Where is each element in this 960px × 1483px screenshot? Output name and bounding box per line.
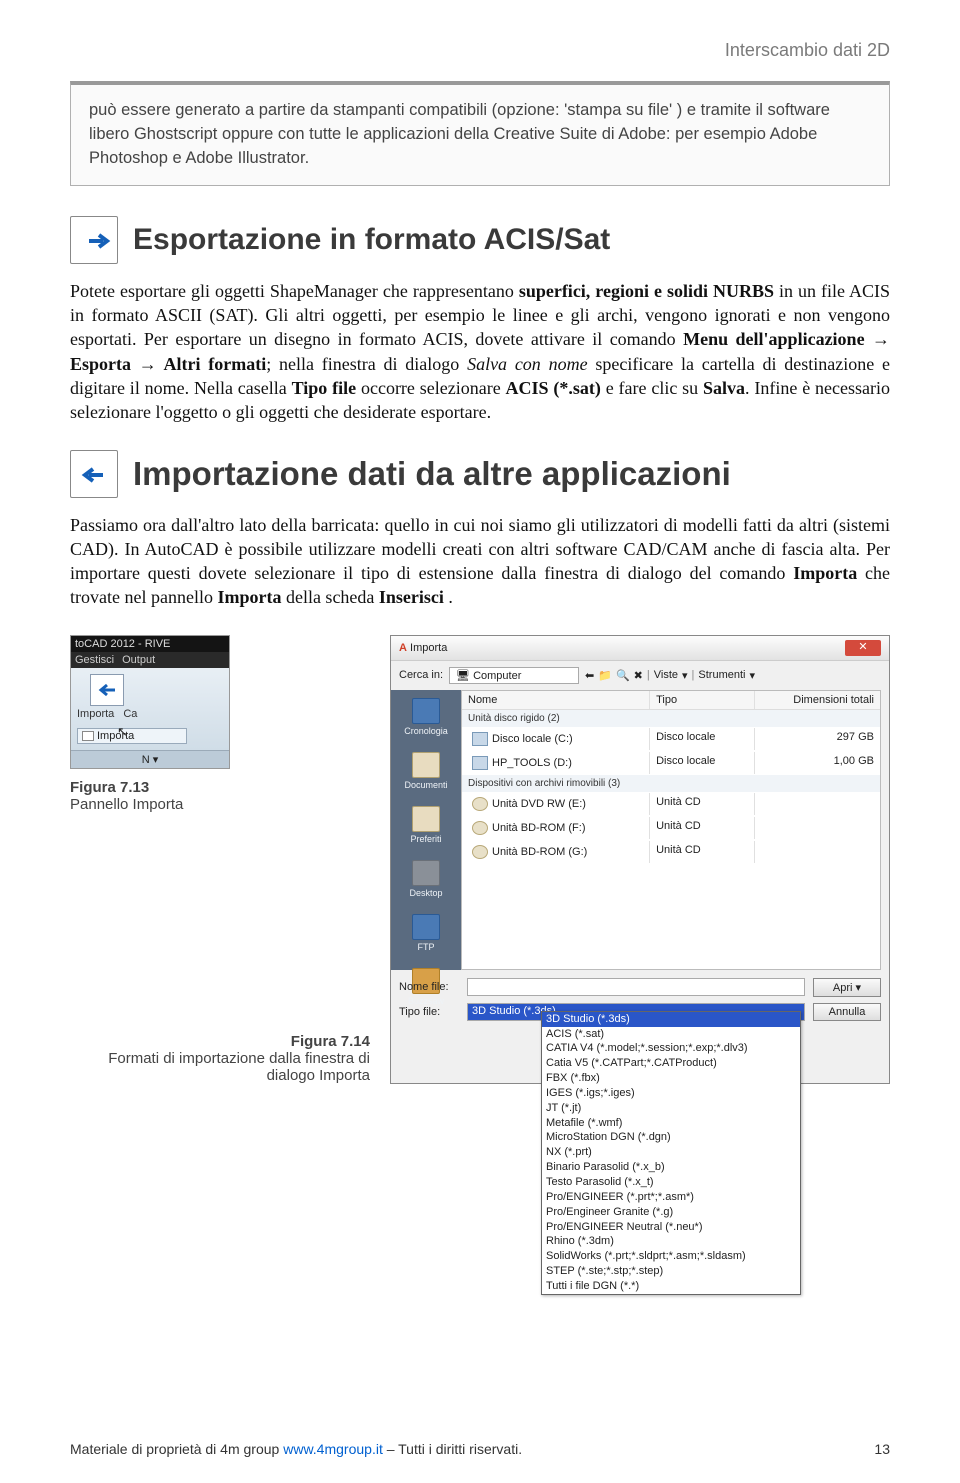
ribbon-footer: N ▾: [71, 750, 229, 768]
group-hdd: Unità disco rigido (2): [462, 710, 880, 727]
dropdown-item[interactable]: 3D Studio (*.3ds): [542, 1012, 800, 1027]
page-header: Interscambio dati 2D: [70, 40, 890, 61]
importa-button-icon: [90, 674, 124, 706]
file-row[interactable]: Unità BD-ROM (G:)Unità CD: [462, 840, 880, 864]
col-tipo[interactable]: Tipo: [650, 691, 755, 709]
apri-button[interactable]: Apri ▾: [813, 978, 881, 997]
dropdown-item[interactable]: IGES (*.igs;*.iges): [542, 1086, 800, 1101]
sidebar-desktop[interactable]: Desktop: [409, 860, 442, 898]
dropdown-item[interactable]: SolidWorks (*.prt;*.sldprt;*.asm;*.sldas…: [542, 1249, 800, 1264]
dropdown-item[interactable]: JT (*.jt): [542, 1101, 800, 1116]
back-icon[interactable]: ⬅: [585, 669, 594, 682]
tools-dropdown[interactable]: Strumenti: [698, 669, 745, 681]
sidebar-ftp[interactable]: FTP: [412, 914, 440, 952]
footer-link[interactable]: www.4mgroup.it: [283, 1441, 383, 1457]
sidebar-preferiti[interactable]: Preferiti: [410, 806, 441, 844]
importa-dropdown[interactable]: Importa: [77, 728, 187, 744]
ribbon-panel-screenshot: toCAD 2012 - RIVE Gestisci Output Import…: [70, 635, 230, 769]
col-dim[interactable]: Dimensioni totali: [755, 691, 880, 709]
figure-7-13-caption: Figura 7.13 Pannello Importa: [70, 779, 370, 813]
page-number: 13: [874, 1441, 890, 1457]
dropdown-item[interactable]: FBX (*.fbx): [542, 1071, 800, 1086]
section-title-export: Esportazione in formato ACIS/Sat: [133, 223, 610, 257]
file-row[interactable]: HP_TOOLS (D:)Disco locale1,00 GB: [462, 751, 880, 775]
ribbon-titlebar: toCAD 2012 - RIVE: [71, 636, 229, 652]
section-title-import: Importazione dati da altre applicazioni: [133, 455, 731, 493]
dialog-sidebar: Cronologia Documenti Preferiti Desktop F…: [391, 690, 461, 970]
sidebar-documenti[interactable]: Documenti: [404, 752, 447, 790]
cerca-label: Cerca in:: [399, 669, 443, 681]
callout-box: può essere generato a partire da stampan…: [70, 81, 890, 186]
ribbon-tab-gestisci[interactable]: Gestisci: [75, 654, 114, 666]
close-icon[interactable]: ✕: [845, 640, 881, 656]
page-footer: Materiale di proprietà di 4m group www.4…: [70, 1441, 890, 1457]
dropdown-item[interactable]: NX (*.prt): [542, 1145, 800, 1160]
dropdown-item[interactable]: Pro/ENGINEER (*.prt*;*.asm*): [542, 1190, 800, 1205]
file-row[interactable]: Unità DVD RW (E:)Unità CD: [462, 792, 880, 816]
cerca-in-dropdown[interactable]: 🖥 Computer: [449, 667, 579, 684]
dropdown-item[interactable]: Tutti i file DGN (*.*): [542, 1279, 800, 1294]
search-icon[interactable]: 🔍: [616, 669, 630, 682]
import-icon: [70, 450, 118, 498]
dropdown-item[interactable]: Testo Parasolid (*.x_t): [542, 1175, 800, 1190]
nomefile-label: Nome file:: [399, 981, 459, 993]
delete-icon[interactable]: ✖: [634, 669, 643, 682]
dropdown-item[interactable]: Rhino (*.3dm): [542, 1234, 800, 1249]
tipofile-label: Tipo file:: [399, 1006, 459, 1018]
dropdown-item[interactable]: Pro/Engineer Granite (*.g): [542, 1205, 800, 1220]
file-list[interactable]: Nome Tipo Dimensioni totali Unità disco …: [461, 690, 881, 970]
file-row[interactable]: Disco locale (C:)Disco locale297 GB: [462, 727, 880, 751]
importa-button[interactable]: Importa Ca: [77, 674, 137, 720]
file-row[interactable]: Unità BD-ROM (F:)Unità CD: [462, 816, 880, 840]
section2-body: Passiamo ora dall'altro lato della barri…: [70, 513, 890, 610]
views-dropdown[interactable]: Viste: [654, 669, 678, 681]
sidebar-cronologia[interactable]: Cronologia: [404, 698, 448, 736]
up-icon[interactable]: 📁: [598, 669, 612, 682]
dropdown-item[interactable]: Catia V5 (*.CATPart;*.CATProduct): [542, 1056, 800, 1071]
ribbon-tab-output[interactable]: Output: [122, 654, 155, 666]
export-icon: [70, 216, 118, 264]
col-nome[interactable]: Nome: [462, 691, 650, 709]
dropdown-item[interactable]: Metafile (*.wmf): [542, 1116, 800, 1131]
dropdown-item[interactable]: STEP (*.ste;*.stp;*.step): [542, 1264, 800, 1279]
dropdown-item[interactable]: CATIA V4 (*.model;*.session;*.exp;*.dlv3…: [542, 1041, 800, 1056]
nomefile-input[interactable]: [467, 978, 805, 996]
dropdown-item[interactable]: MicroStation DGN (*.dgn): [542, 1130, 800, 1145]
dropdown-item[interactable]: Pro/ENGINEER Neutral (*.neu*): [542, 1220, 800, 1235]
cursor-icon: ↖: [117, 724, 128, 740]
dropdown-item[interactable]: Binario Parasolid (*.x_b): [542, 1160, 800, 1175]
group-removable: Dispositivi con archivi rimovibili (3): [462, 775, 880, 792]
dialog-title: A Importa: [399, 642, 447, 654]
tipofile-dropdown-list[interactable]: 3D Studio (*.3ds)ACIS (*.sat)CATIA V4 (*…: [541, 1011, 801, 1295]
dropdown-item[interactable]: ACIS (*.sat): [542, 1027, 800, 1042]
section1-body: Potete esportare gli oggetti ShapeManage…: [70, 279, 890, 425]
figure-7-14-caption: Figura 7.14 Formati di importazione dall…: [70, 1033, 370, 1084]
import-dialog-screenshot: A Importa ✕ Cerca in: 🖥 Computer ⬅ 📁 🔍 ✖…: [390, 635, 890, 1084]
annulla-button[interactable]: Annulla: [813, 1003, 881, 1021]
